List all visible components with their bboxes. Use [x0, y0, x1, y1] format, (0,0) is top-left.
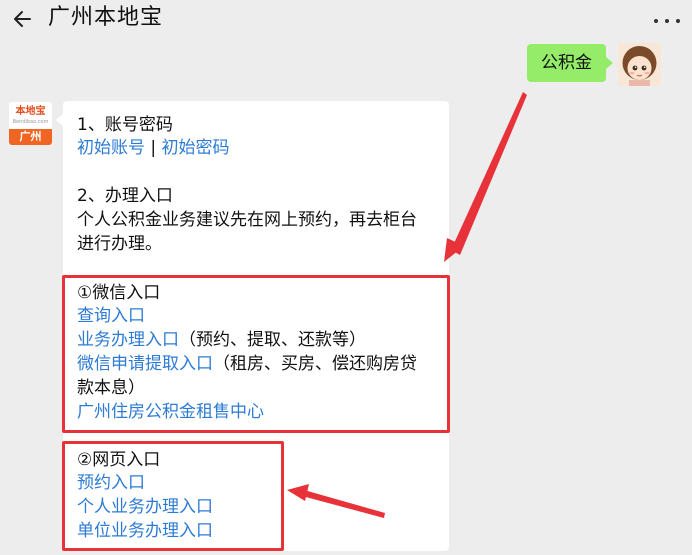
more-options-icon[interactable] — [652, 10, 682, 30]
initial-account-link[interactable]: 初始账号 — [77, 138, 145, 158]
withdraw-entry-note-cont: 款本息） — [77, 378, 145, 398]
link-separator: | — [150, 138, 157, 158]
web-heading: ②网页入口 — [77, 450, 161, 470]
my-message-bubble: 公积金 — [527, 44, 613, 82]
personal-business-link[interactable]: 个人业务办理入口 — [77, 497, 213, 517]
section2-desc-line2: 进行办理。 — [77, 234, 162, 254]
query-entry-row: 查询入口 — [77, 305, 145, 328]
section2-heading: 2、办理入口 — [77, 186, 173, 206]
bendibao-avatar[interactable]: 本地宝 Bendibao.com 广州 — [9, 102, 52, 145]
business-entry-note: （预约、提取、还款等） — [179, 330, 366, 350]
bot-message-bubble: 1、账号密码 初始账号 | 初始密码 2、办理入口 个人公积金业务建议先在网上预… — [56, 101, 450, 551]
company-business-row: 单位业务办理入口 — [77, 520, 213, 543]
bendibao-logo: 本地宝 Bendibao.com — [9, 102, 52, 129]
initial-password-link[interactable]: 初始密码 — [162, 138, 230, 158]
business-entry-link[interactable]: 业务办理入口 — [77, 330, 179, 350]
business-entry-row: 业务办理入口（预约、提取、还款等） — [77, 329, 366, 352]
user-avatar[interactable] — [618, 43, 661, 86]
top-bar: 广州本地宝 — [0, 0, 692, 40]
personal-business-row: 个人业务办理入口 — [77, 496, 213, 519]
section1-heading: 1、账号密码 — [77, 115, 173, 135]
arrow-to-wechat-icon — [444, 92, 527, 262]
section2-desc-line1: 个人公积金业务建议先在网上预约，再去柜台 — [77, 210, 417, 230]
account-links-row: 初始账号 | 初始密码 — [77, 137, 230, 160]
booking-entry-row: 预约入口 — [77, 472, 145, 495]
booking-entry-link[interactable]: 预约入口 — [77, 473, 145, 493]
back-arrow-icon[interactable] — [10, 4, 40, 34]
city-label: 广州 — [9, 129, 52, 145]
withdraw-entry-note: （租房、买房、偿还购房贷 — [213, 354, 417, 374]
girl-avatar-icon — [618, 43, 661, 86]
rental-center-row: 广州住房公积金租售中心 — [77, 401, 264, 424]
rental-center-link[interactable]: 广州住房公积金租售中心 — [77, 402, 264, 422]
wechat-heading: ①微信入口 — [77, 283, 161, 303]
withdraw-entry-row: 微信申请提取入口（租房、买房、偿还购房贷 — [77, 353, 417, 376]
company-business-link[interactable]: 单位业务办理入口 — [77, 521, 213, 541]
withdraw-entry-link[interactable]: 微信申请提取入口 — [77, 354, 213, 374]
chat-title: 广州本地宝 — [48, 5, 164, 30]
query-entry-link[interactable]: 查询入口 — [77, 306, 145, 326]
